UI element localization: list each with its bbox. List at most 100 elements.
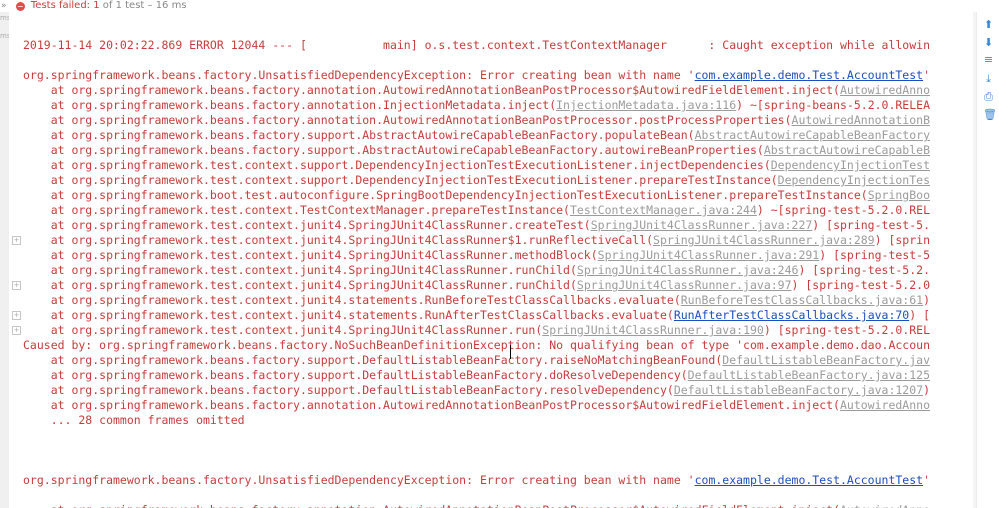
soft-wrap-icon[interactable]: ≡	[983, 54, 994, 65]
source-link[interactable]: com.example.demo.Test.AccountTest	[695, 473, 923, 487]
console-line: at org.springframework.beans.factory.ann…	[23, 83, 930, 98]
source-link[interactable]: SpringJUnit4ClassRunner.java:190	[542, 323, 764, 337]
console-line: at org.springframework.beans.factory.ann…	[23, 503, 930, 508]
source-link[interactable]: TestContextManager.java:244	[570, 203, 757, 217]
console-gutter: + + + +	[9, 12, 23, 508]
source-link[interactable]: SpringJUnit4ClassRunner.java:227	[591, 218, 813, 232]
console-text: ) [spring-test-5.	[812, 218, 930, 232]
console-line: Caused by: org.springframework.beans.fac…	[23, 338, 930, 353]
scroll-to-end-icon[interactable]: ⤓	[983, 73, 994, 84]
console-text: org.springframework.beans.factory.Unsati…	[23, 473, 695, 487]
console-line: at org.springframework.beans.factory.sup…	[23, 383, 930, 398]
source-link[interactable]: SpringJUnit4ClassRunner.java:289	[653, 233, 875, 247]
console-line: at org.springframework.test.context.supp…	[23, 173, 930, 188]
console-text: at org.springframework.test.context.juni…	[23, 293, 681, 307]
source-link[interactable]: RunBeforeTestClassCallbacks.java:61	[681, 293, 923, 307]
source-link[interactable]: DependencyInjectionTest	[771, 158, 930, 172]
console-text: Caused by: org.springframework.beans.fac…	[23, 338, 930, 352]
text-caret	[510, 345, 511, 359]
console-text: ... 28 common frames omitted	[23, 413, 245, 427]
console-text: '	[923, 68, 931, 82]
source-link[interactable]: AutowiredAnno	[840, 398, 930, 412]
console-text: at org.springframework.boot.test.autocon…	[23, 188, 868, 202]
source-link[interactable]: AbstractAutowireCapableB	[764, 143, 930, 157]
console-text: at org.springframework.test.context.juni…	[23, 263, 577, 277]
console-text: at org.springframework.test.context.Test…	[23, 203, 570, 217]
console-text: at org.springframework.beans.factory.ann…	[23, 83, 840, 97]
console-line: at org.springframework.beans.factory.sup…	[23, 143, 930, 158]
test-tree-strip: ms ms	[0, 12, 10, 508]
fail-circle-icon: −	[15, 2, 25, 11]
print-icon[interactable]: ⎙	[983, 91, 994, 102]
console-text: at org.springframework.test.context.juni…	[23, 278, 577, 292]
console-text: at org.springframework.test.context.juni…	[23, 308, 674, 322]
console-text: at org.springframework.test.context.juni…	[23, 218, 591, 232]
console-line: at org.springframework.test.context.juni…	[23, 323, 930, 338]
console-output[interactable]: 2019-11-14 20:02:22.869 ERROR 12044 --- …	[23, 12, 976, 508]
source-link[interactable]: AbstractAutowireCapableBeanFactory	[695, 128, 930, 142]
test-status-bar: » − Tests failed: 1 of 1 test – 16 ms	[0, 0, 999, 12]
source-link[interactable]: InjectionMetadata.java:116	[556, 98, 736, 112]
source-link[interactable]: SpringJUnit4ClassRunner.java:291	[598, 248, 820, 262]
console-text: ) [sprin	[874, 233, 930, 247]
console-text: at org.springframework.beans.factory.sup…	[23, 368, 688, 382]
console-line: 2019-11-14 20:02:22.869 ERROR 12044 --- …	[23, 38, 930, 53]
console-text: ) [	[909, 308, 931, 322]
fold-toggle-icon[interactable]: +	[12, 236, 21, 245]
source-link[interactable]: com.example.demo.Test.AccountTest	[695, 68, 923, 82]
console-text: org.springframework.beans.factory.Unsati…	[23, 68, 695, 82]
source-link[interactable]: DefaultListableBeanFactory.jav	[722, 353, 930, 367]
source-link[interactable]: SpringBoo	[868, 188, 930, 202]
console-text: at org.springframework.beans.factory.ann…	[23, 503, 840, 508]
console-line: at org.springframework.beans.factory.ann…	[23, 398, 930, 413]
console-text: )	[923, 293, 931, 307]
console-line: at org.springframework.beans.factory.sup…	[23, 128, 930, 143]
console-line: at org.springframework.test.context.juni…	[23, 248, 930, 263]
console-text: at org.springframework.beans.factory.ann…	[23, 113, 792, 127]
console-text: at org.springframework.beans.factory.sup…	[23, 128, 695, 142]
more-tabs-icon[interactable]: »	[1, 1, 7, 11]
console-text: at org.springframework.beans.factory.ann…	[23, 98, 557, 112]
source-link[interactable]: DefaultListableBeanFactory.java:125	[688, 368, 930, 382]
source-link[interactable]: SpringJUnit4ClassRunner.java:246	[577, 263, 799, 277]
console-text: at org.springframework.beans.factory.sup…	[23, 383, 674, 397]
console-text: 2019-11-14 20:02:22.869 ERROR 12044 --- …	[23, 38, 930, 52]
console-text: at org.springframework.beans.factory.ann…	[23, 398, 840, 412]
fold-toggle-icon[interactable]: +	[12, 326, 21, 335]
console-text: ) [spring-test-5.2.	[798, 263, 931, 277]
console-text: at org.springframework.test.context.supp…	[23, 173, 778, 187]
fold-toggle-icon[interactable]: +	[12, 311, 21, 320]
console-text: ) [spring-test-5	[819, 248, 931, 262]
console-text: at org.springframework.test.context.juni…	[23, 323, 543, 337]
console-line: org.springframework.beans.factory.Unsati…	[23, 68, 930, 83]
console-line: at org.springframework.test.context.juni…	[23, 233, 930, 248]
console-line: at org.springframework.test.context.juni…	[23, 218, 930, 233]
tests-summary-label: of 1 test – 16 ms	[99, 0, 187, 11]
console-line: at org.springframework.test.context.juni…	[23, 263, 930, 278]
arrow-down-icon[interactable]: ⬇	[983, 37, 994, 48]
console-line: at org.springframework.beans.factory.ann…	[23, 113, 930, 128]
source-link[interactable]: AutowiredAnno	[840, 83, 930, 97]
fold-toggle-icon[interactable]: +	[12, 281, 21, 290]
source-link[interactable]: AutowiredAnnotationB	[792, 113, 930, 127]
source-link[interactable]: RunAfterTestClassCallbacks.java:70	[674, 308, 909, 322]
source-link[interactable]: DefaultListableBeanFactory.java:1207	[674, 383, 923, 397]
console-text: ) [spring-test-5.2.0	[791, 278, 931, 292]
source-link[interactable]: SpringJUnit4ClassRunner.java:97	[577, 278, 792, 292]
console-text: at org.springframework.test.context.juni…	[23, 233, 654, 247]
clear-all-icon[interactable]: 🗑	[983, 109, 997, 120]
console-line: at org.springframework.test.context.juni…	[23, 278, 930, 293]
console-text: '	[923, 473, 931, 487]
arrow-up-icon[interactable]: ⬆	[983, 19, 994, 30]
console-text: at org.springframework.beans.factory.sup…	[23, 143, 764, 157]
console-line: at org.springframework.test.context.juni…	[23, 308, 930, 323]
console-line: at org.springframework.test.context.Test…	[23, 203, 930, 218]
console-line: at org.springframework.beans.factory.ann…	[23, 98, 930, 113]
console-toolbar: ⬆ ⬇ ≡ ⤓ ⎙ 🗑	[976, 12, 999, 508]
console-text: at org.springframework.beans.factory.sup…	[23, 353, 723, 367]
console-text: ) ~[spring-beans-5.2.0.RELEA	[736, 98, 931, 112]
source-link[interactable]: AutowiredAnno	[840, 503, 930, 508]
console-text: at org.springframework.test.context.juni…	[23, 248, 598, 262]
console-text: ) [spring-test-5.2.0.REL	[763, 323, 931, 337]
source-link[interactable]: DependencyInjectionTes	[778, 173, 930, 187]
